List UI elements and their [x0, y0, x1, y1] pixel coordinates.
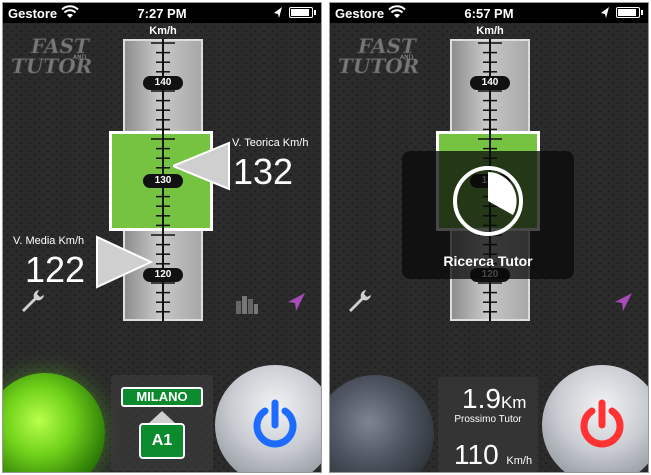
power-icon [580, 399, 624, 448]
battery-icon [616, 7, 643, 18]
tutor-speed-limit: 110 Km/h [454, 439, 532, 471]
navigation-arrow-icon[interactable] [612, 291, 634, 313]
battery-icon [289, 7, 316, 18]
distance-value: 1.9 [462, 383, 501, 414]
direction-sign-city: MILANO [121, 387, 203, 407]
scale-tick-140: 140 [470, 76, 510, 90]
location-arrow-icon [601, 7, 609, 18]
theoretical-speed-label: V. Teorica Km/h [232, 137, 309, 149]
scale-unit-label: Km/h [476, 25, 504, 37]
power-icon [253, 399, 297, 448]
location-arrow-icon [274, 7, 282, 18]
svg-text:TUTOR: TUTOR [338, 54, 419, 77]
average-speed-pointer [96, 235, 153, 289]
sign-arrow-icon [149, 411, 175, 423]
theoretical-speed-value: 132 [233, 151, 294, 192]
status-bar: Gestore 7:27 PM [3, 3, 321, 23]
next-tutor-distance: 1.9Km [462, 383, 526, 415]
power-button[interactable] [542, 365, 648, 472]
scale-unit-label: Km/h [149, 25, 177, 37]
overlay-title: Ricerca Tutor [443, 253, 533, 269]
speed-value: 110 [454, 439, 499, 470]
svg-text:TUTOR: TUTOR [11, 54, 92, 77]
traffic-light-off [330, 375, 434, 472]
speed-unit: Km/h [506, 455, 533, 467]
wrench-settings-icon[interactable] [346, 287, 374, 315]
distance-unit: Km [500, 393, 527, 412]
traffic-light-green [3, 373, 105, 472]
app-logo: FAST AND TUTOR [338, 34, 420, 77]
wrench-settings-icon[interactable] [19, 287, 47, 315]
status-bar: Gestore 6:57 PM [330, 3, 648, 23]
screen-left: Gestore 7:27 PM FAST AND TUTOR Km/h 140 … [2, 2, 322, 473]
bar-chart-icon[interactable] [235, 293, 259, 315]
power-button[interactable] [215, 365, 321, 472]
navigation-arrow-icon[interactable] [285, 291, 307, 313]
average-speed-label: V. Media Km/h [13, 235, 85, 247]
app-logo: FAST AND TUTOR [11, 34, 93, 77]
average-speed-value: 122 [25, 249, 86, 290]
next-tutor-label: Prossimo Tutor [454, 414, 522, 425]
scale-tick-140: 140 [143, 76, 183, 90]
theoretical-speed-pointer [173, 141, 230, 191]
screen-right: Gestore 6:57 PM FAST AND TUTOR Km/h 140 … [329, 2, 649, 473]
radar-icon [453, 166, 523, 236]
highway-sign: A1 [139, 423, 185, 459]
